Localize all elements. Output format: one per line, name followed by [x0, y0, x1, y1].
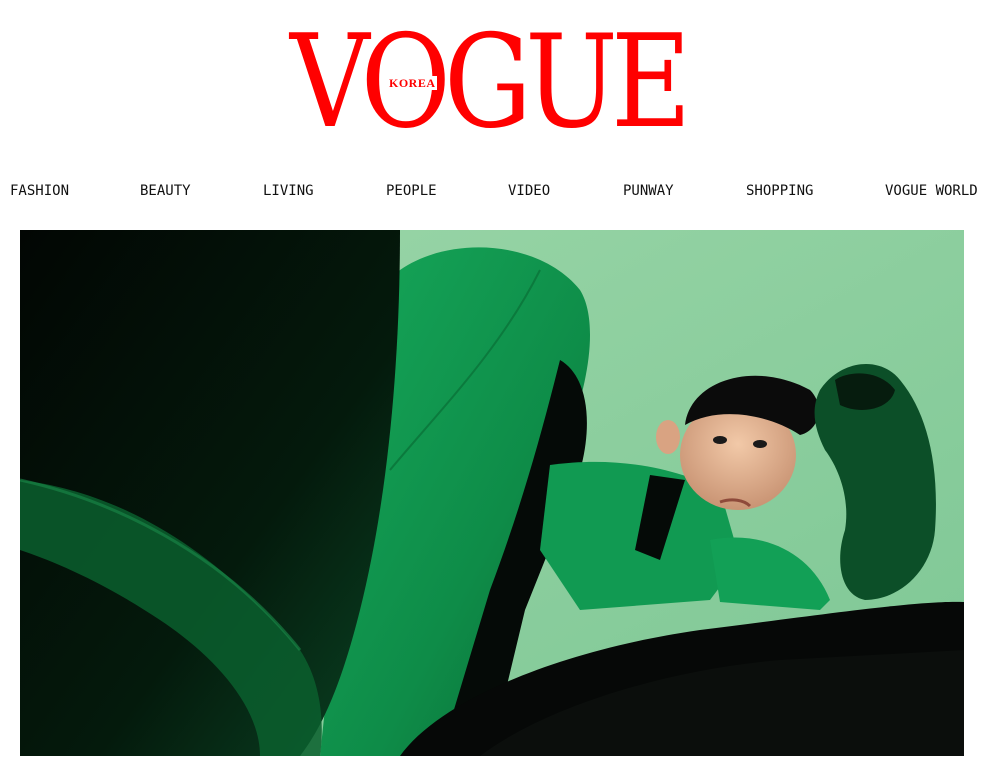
- main-nav: FASHION BEAUTY LIVING PEOPLE VIDEO PUNWA…: [0, 176, 990, 208]
- nav-item-shopping[interactable]: SHOPPING: [746, 182, 813, 200]
- nav-item-beauty[interactable]: BEAUTY: [140, 182, 191, 200]
- nav-item-punway[interactable]: PUNWAY: [623, 182, 674, 200]
- nav-item-fashion[interactable]: FASHION: [10, 182, 69, 200]
- logo-edition: KOREA: [388, 76, 437, 90]
- nav-item-people[interactable]: PEOPLE: [386, 182, 437, 200]
- editorial-photo-icon: [20, 230, 964, 756]
- masthead: VOGUE KOREA: [0, 0, 990, 160]
- nav-item-vogue-world[interactable]: VOGUE WORLD: [885, 182, 978, 200]
- logo-wordmark: VOGUE: [290, 8, 691, 157]
- vogue-logo[interactable]: VOGUE KOREA: [290, 8, 696, 157]
- nav-item-living[interactable]: LIVING: [263, 182, 314, 200]
- nav-item-video[interactable]: VIDEO: [508, 182, 550, 200]
- hero-image[interactable]: [20, 230, 964, 756]
